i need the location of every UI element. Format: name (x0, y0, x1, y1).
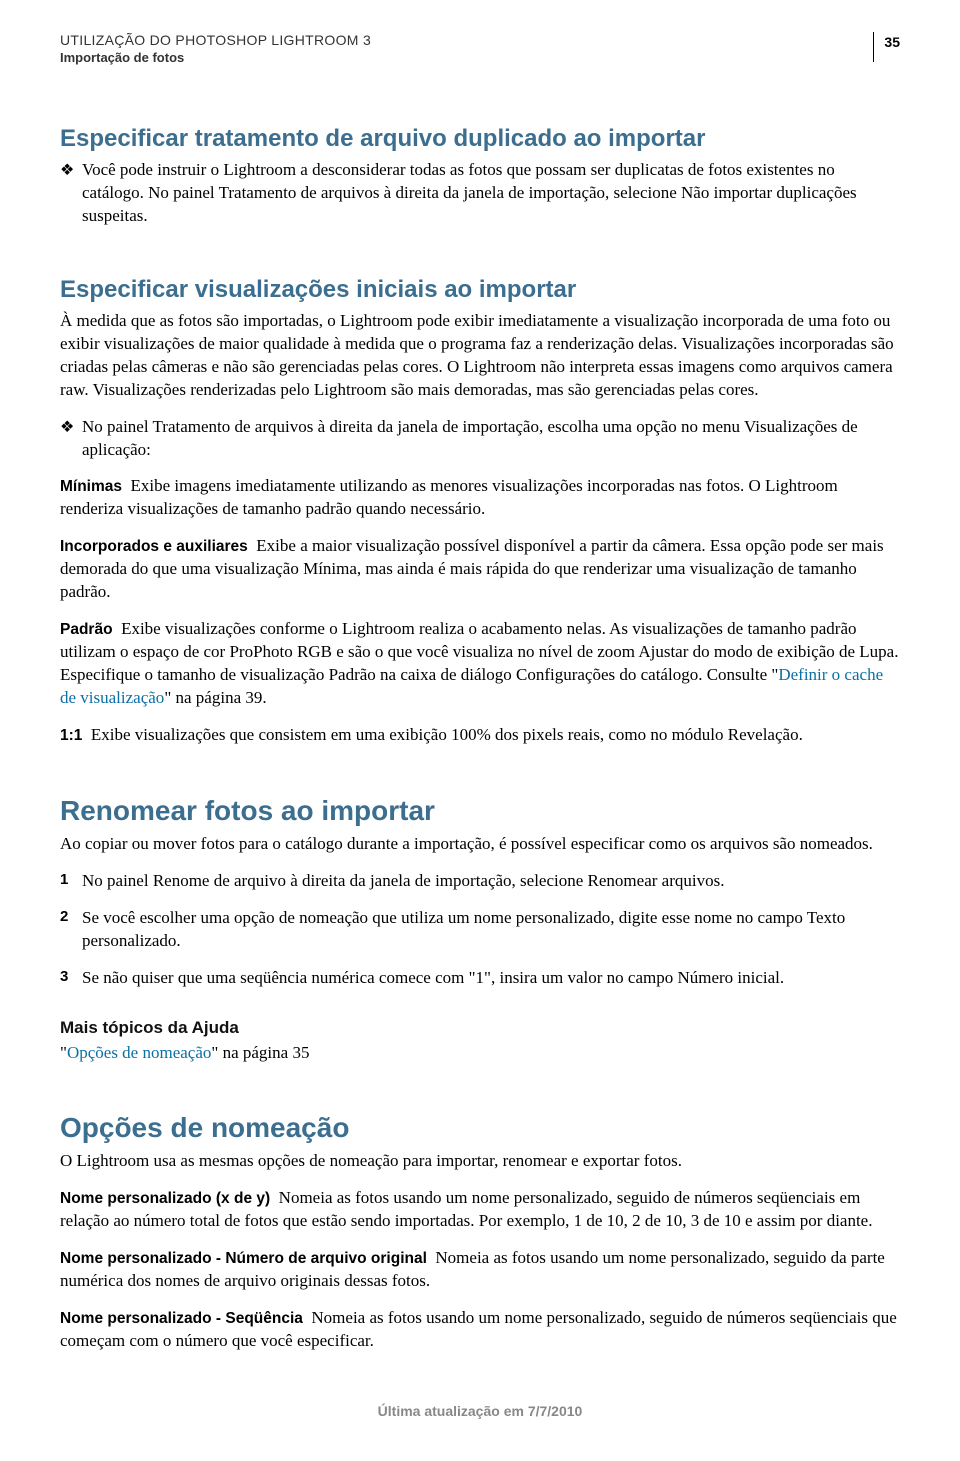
term-custom-xofy: Nome personalizado (x de y) (60, 1190, 270, 1207)
page-number-container: 35 (873, 32, 900, 62)
term-custom-orignum: Nome personalizado - Número de arquivo o… (60, 1250, 427, 1267)
heading-initial-previews: Especificar visualizações iniciais ao im… (60, 276, 900, 304)
term-one-to-one: 1:1 (60, 727, 82, 744)
definition-custom-sequence: Nome personalizado - Seqüência Nomeia as… (60, 1307, 900, 1353)
term-body-b: " na página 39. (164, 688, 266, 707)
term-body: Exibe imagens imediatamente utilizando a… (60, 476, 838, 518)
step-text: No painel Renome de arquivo à direita da… (82, 870, 900, 893)
definition-custom-orignum: Nome personalizado - Número de arquivo o… (60, 1247, 900, 1293)
definition-embedded: Incorporados e auxiliares Exibe a maior … (60, 535, 900, 604)
heading-naming-options: Opções de nomeação (60, 1112, 900, 1144)
doc-title: UTILIZAÇÃO DO PHOTOSHOP LIGHTROOM 3 (60, 32, 861, 48)
footer-last-updated: Última atualização em 7/7/2010 (60, 1403, 900, 1419)
bullet-icon: ❖ (60, 159, 82, 228)
heading-duplicate-handling: Especificar tratamento de arquivo duplic… (60, 125, 900, 153)
term-custom-sequence: Nome personalizado - Seqüência (60, 1310, 303, 1327)
doc-chapter: Importação de fotos (60, 50, 861, 65)
header-left: UTILIZAÇÃO DO PHOTOSHOP LIGHTROOM 3 Impo… (60, 32, 861, 65)
bullet-icon: ❖ (60, 416, 82, 462)
paragraph: Ao copiar ou mover fotos para o catálogo… (60, 833, 900, 856)
definition-one-to-one: 1:1 Exibe visualizações que consistem em… (60, 724, 900, 747)
paragraph: À medida que as fotos são importadas, o … (60, 310, 900, 402)
heading-more-help: Mais tópicos da Ajuda (60, 1018, 900, 1038)
bullet-text: No painel Tratamento de arquivos à direi… (82, 416, 900, 462)
term-standard: Padrão (60, 621, 113, 638)
paragraph: O Lightroom usa as mesmas opções de nome… (60, 1150, 900, 1173)
definition-custom-xofy: Nome personalizado (x de y) Nomeia as fo… (60, 1187, 900, 1233)
step-item: No painel Renome de arquivo à direita da… (60, 870, 900, 893)
heading-rename-on-import: Renomear fotos ao importar (60, 795, 900, 827)
step-text: Se não quiser que uma seqüência numérica… (82, 967, 900, 990)
term-body-a: Exibe visualizações conforme o Lightroom… (60, 619, 898, 684)
more-help-links: "Opções de nomeação" na página 35 (60, 1042, 900, 1065)
term-embedded: Incorporados e auxiliares (60, 538, 248, 555)
link-naming-options[interactable]: Opções de nomeação (67, 1043, 211, 1062)
more-link-suffix: " na página 35 (211, 1043, 309, 1062)
definition-standard: Padrão Exibe visualizações conforme o Li… (60, 618, 900, 710)
steps-list: No painel Renome de arquivo à direita da… (60, 870, 900, 990)
definition-minimal: Mínimas Exibe imagens imediatamente util… (60, 475, 900, 521)
bullet-text: Você pode instruir o Lightroom a descons… (82, 159, 900, 228)
quote-open: " (60, 1043, 67, 1062)
bullet-item: ❖ Você pode instruir o Lightroom a desco… (60, 159, 900, 228)
bullet-item: ❖ No painel Tratamento de arquivos à dir… (60, 416, 900, 462)
step-text: Se você escolher uma opção de nomeação q… (82, 907, 900, 953)
page-header: UTILIZAÇÃO DO PHOTOSHOP LIGHTROOM 3 Impo… (60, 32, 900, 65)
step-item: Se não quiser que uma seqüência numérica… (60, 967, 900, 990)
step-item: Se você escolher uma opção de nomeação q… (60, 907, 900, 953)
page-container: UTILIZAÇÃO DO PHOTOSHOP LIGHTROOM 3 Impo… (0, 0, 960, 1439)
term-body: Exibe visualizações que consistem em uma… (91, 725, 803, 744)
page-number: 35 (884, 34, 900, 50)
term-minimal: Mínimas (60, 478, 122, 495)
